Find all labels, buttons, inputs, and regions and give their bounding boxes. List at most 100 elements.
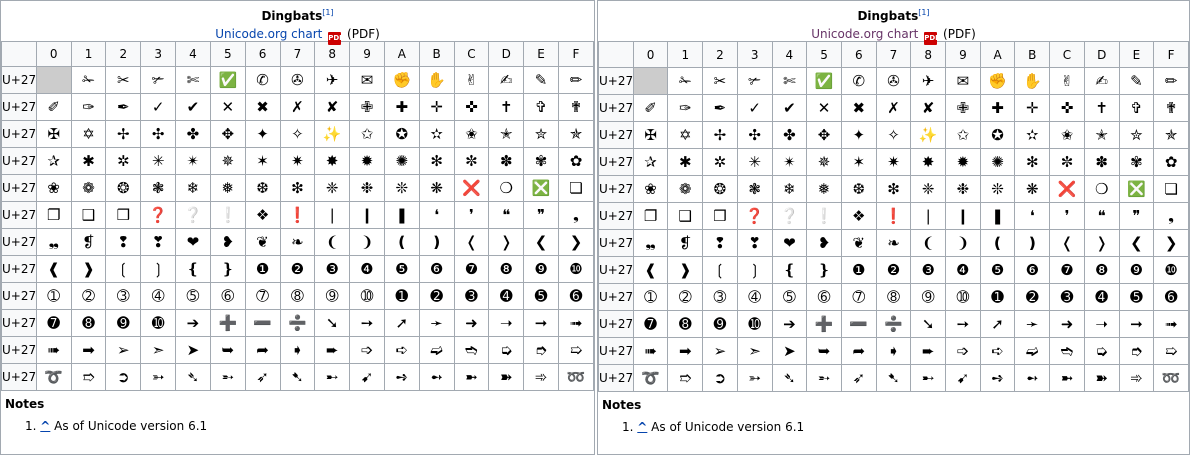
glyph-cell: ❽ <box>488 255 525 283</box>
glyph-cell: ❖ <box>840 202 877 230</box>
row-header: U+27Bx <box>598 364 634 392</box>
glyph-cell: ➸ <box>910 364 947 392</box>
glyph-cell: ✯ <box>1153 121 1189 149</box>
glyph-cell: ✜ <box>453 93 490 121</box>
table-row: U+274x❀❁❂❃❄❅❆❇❈❉❊❋❌❍❎❏ <box>598 175 1189 203</box>
glyph-cell: ➟ <box>1153 310 1189 338</box>
glyph-cell: ➓ <box>140 309 177 337</box>
glyph-cell: ➵ <box>806 364 842 392</box>
glyph-cell: ✮ <box>523 120 559 148</box>
glyph-cell: ❌ <box>453 174 490 202</box>
glyph-cell: ➀ <box>632 283 669 311</box>
glyph-cell: ➝ <box>488 309 525 337</box>
glyph-cell: ✖ <box>244 93 281 121</box>
glyph-cell: ❾ <box>1118 256 1155 284</box>
glyph-cell: ✢ <box>105 120 142 148</box>
dingbats-table: 0123456789ABCDEF U+270x✁✂✃✄✅✆✇✈✉✊✋✌✍✎✏U+… <box>1 41 594 391</box>
unicode-chart-link[interactable]: Unicode.org chart <box>811 27 918 41</box>
glyph-cell: ➰ <box>632 364 669 392</box>
glyph-cell: ❪ <box>383 228 420 256</box>
row-header: U+272x <box>1 120 37 148</box>
glyph-cell: ➏ <box>558 282 594 310</box>
glyph-cell: ❰ <box>35 255 72 283</box>
glyph-cell: ❱ <box>70 255 107 283</box>
column-header: 4 <box>175 41 211 67</box>
note-backlink[interactable]: ^ <box>40 419 50 433</box>
row-header: U+27Ax <box>598 337 634 365</box>
glyph-cell: ➯ <box>1153 337 1189 365</box>
glyph-cell: ➹ <box>349 363 385 391</box>
glyph-cell: ❡ <box>70 228 107 256</box>
glyph-cell: ✦ <box>244 120 281 148</box>
glyph-cell: ➷ <box>875 364 912 392</box>
table-row: U+279x➐➑➒➓➔➕➖➗➘➙➚➛➜➝➞➟ <box>598 310 1189 338</box>
table-row: U+275x❐❑❒❓❔❕❖❗❘❙❚❛❜❝❞❟ <box>1 201 594 229</box>
glyph-cell: ❇ <box>875 175 912 203</box>
glyph-cell: ❶ <box>244 255 281 283</box>
glyph-cell: ✼ <box>1049 148 1085 176</box>
glyph-cell: ❦ <box>244 228 281 256</box>
glyph-cell: ✋ <box>418 66 455 94</box>
glyph-cell: ➧ <box>875 337 912 365</box>
notes-heading: Notes <box>5 397 45 411</box>
footnote-link[interactable]: [1] <box>918 8 929 17</box>
glyph-cell: ✑ <box>70 93 107 121</box>
glyph-cell: ✠ <box>632 121 669 149</box>
glyph-cell: ❬ <box>1049 229 1085 257</box>
glyph-cell: ❷ <box>875 256 912 284</box>
glyph-cell: ✁ <box>667 67 704 95</box>
table-row: U+278x➀➁➂➃➄➅➆➇➈➉➊➋➌➍➎➏ <box>1 282 594 310</box>
glyph-cell: ✺ <box>979 148 1016 176</box>
reserved-cell <box>632 67 669 95</box>
glyph-cell: ➻ <box>418 363 455 391</box>
glyph-cell: ❍ <box>488 174 525 202</box>
glyph-cell: ❇ <box>279 174 316 202</box>
glyph-cell: ✋ <box>1014 67 1051 95</box>
glyph-cell: ➕ <box>806 310 842 338</box>
glyph-cell: ➋ <box>418 282 455 310</box>
unicode-chart-link[interactable]: Unicode.org chart <box>215 27 322 41</box>
glyph-cell: ➬ <box>1049 337 1085 365</box>
column-header: 1 <box>667 41 704 68</box>
glyph-cell: ✇ <box>875 67 912 95</box>
row-header: U+271x <box>1 93 37 121</box>
glyph-cell: ❮ <box>1118 229 1155 257</box>
column-header: F <box>558 41 594 67</box>
glyph-cell: ➠ <box>632 337 669 365</box>
glyph-cell: ❗ <box>875 202 912 230</box>
glyph-cell: ✊ <box>383 66 420 94</box>
column-header: 4 <box>771 41 808 68</box>
glyph-cell: ❛ <box>1014 202 1051 230</box>
footnote-link[interactable]: [1] <box>322 8 333 17</box>
glyph-cell: ❲ <box>105 255 142 283</box>
glyph-cell: ➀ <box>35 282 72 310</box>
glyph-cell: ❨ <box>910 229 947 257</box>
row-header: U+27Bx <box>1 363 37 391</box>
glyph-cell: ➿ <box>558 363 594 391</box>
glyph-cell: ➱ <box>70 363 107 391</box>
glyph-cell: ➭ <box>1083 337 1120 365</box>
glyph-cell: ❅ <box>806 175 842 203</box>
glyph-cell: ❈ <box>910 175 947 203</box>
glyph-cell: ➺ <box>383 363 420 391</box>
column-header: 0 <box>632 41 669 68</box>
glyph-cell: ❺ <box>383 255 420 283</box>
column-header: 8 <box>314 41 351 67</box>
glyph-cell: ➻ <box>1014 364 1051 392</box>
column-header: 9 <box>945 41 981 68</box>
glyph-cell: ➙ <box>945 310 981 338</box>
table-row: U+277x❰❱❲❳❴❵❶❷❸❹❺❻❼❽❾❿ <box>1 255 594 283</box>
glyph-cell: ❉ <box>349 174 385 202</box>
glyph-cell: ❁ <box>70 174 107 202</box>
glyph-cell: ✆ <box>840 67 877 95</box>
glyph-cell: ➩ <box>945 337 981 365</box>
note-backlink[interactable]: ^ <box>637 420 647 434</box>
glyph-cell: ❜ <box>453 201 490 229</box>
glyph-cell: ❿ <box>558 255 594 283</box>
glyph-cell: ❏ <box>1153 175 1189 203</box>
glyph-cell: ➣ <box>736 337 773 365</box>
glyph-cell: ➐ <box>632 310 669 338</box>
glyph-cell: ❤ <box>175 228 211 256</box>
glyph-cell: ✉ <box>945 67 981 95</box>
row-header: U+270x <box>1 66 37 94</box>
